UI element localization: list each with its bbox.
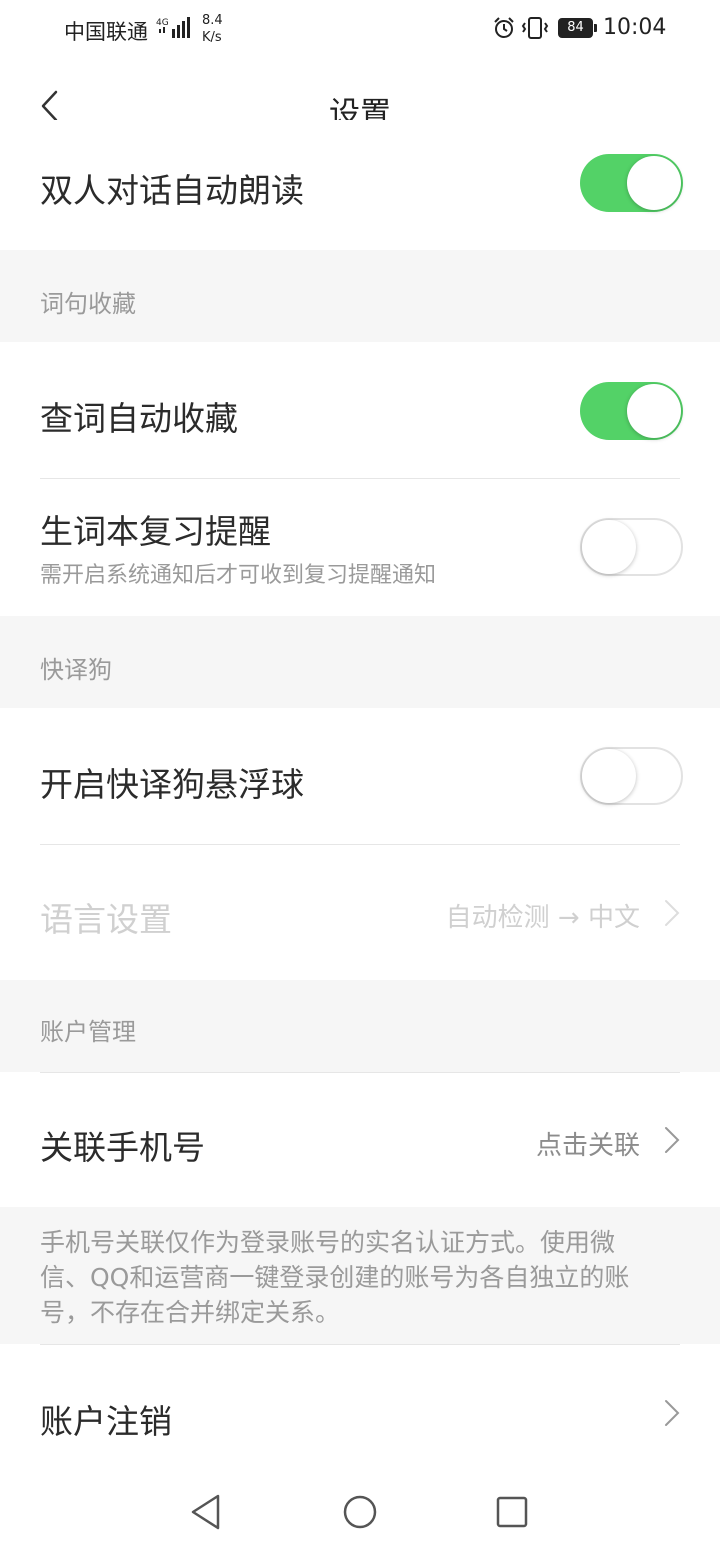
review-reminder-toggle[interactable] (580, 518, 683, 576)
phone-binding-note-text: 手机号关联仅作为登录账号的实名认证方式。使用微信、QQ和运营商一键登录创建的账号… (40, 1228, 630, 1327)
network-speed-unit: K/s (202, 30, 222, 45)
status-bar: 中国联通 4G 8.4 K/s 84 10:04 (0, 0, 720, 58)
network-speed-value: 8.4 (202, 13, 223, 28)
section-translator-title: 快译狗 (40, 656, 112, 684)
language-setting-label: 语言设置 (40, 900, 172, 939)
section-account: 账户管理 (0, 980, 720, 1072)
chevron-right-icon (665, 1400, 680, 1426)
back-triangle-icon[interactable] (188, 1492, 224, 1532)
recents-square-icon[interactable] (494, 1492, 530, 1532)
lookup-autosave-label: 查词自动收藏 (40, 399, 238, 438)
row-dialog-autoread: 双人对话自动朗读 (0, 120, 720, 250)
settings-screen: 中国联通 4G 8.4 K/s 84 10:04 设置 双人对话自动朗读 词句收… (0, 0, 720, 1560)
row-review-reminder: 生词本复习提醒 需开启系统通知后才可收到复习提醒通知 (0, 479, 720, 616)
network-type-label: 4G (156, 18, 169, 28)
row-float-ball: 开启快译狗悬浮球 (0, 708, 720, 844)
chevron-right-icon (665, 900, 680, 926)
review-reminder-note: 需开启系统通知后才可收到复习提醒通知 (40, 563, 437, 588)
section-favorites: 词句收藏 (0, 250, 720, 342)
chevron-right-icon (665, 1127, 680, 1153)
vibrate-icon (521, 17, 549, 39)
dialog-autoread-toggle[interactable] (580, 154, 683, 212)
bind-phone-value: 点击关联 (535, 1131, 640, 1161)
language-setting-value: 自动检测 → 中文 (445, 903, 640, 933)
row-bind-phone[interactable]: 关联手机号 点击关联 (0, 1073, 720, 1207)
system-nav-bar (0, 1474, 720, 1560)
carrier-label: 中国联通 (64, 20, 148, 44)
float-ball-toggle[interactable] (580, 747, 683, 805)
alarm-icon (494, 17, 514, 38)
section-translator: 快译狗 (0, 616, 720, 708)
battery-icon: 84 (558, 18, 598, 38)
row-language-setting: 语言设置 自动检测 → 中文 (0, 845, 720, 980)
float-ball-label: 开启快译狗悬浮球 (40, 765, 304, 804)
bind-phone-label: 关联手机号 (40, 1128, 205, 1167)
row-cancel-account[interactable]: 账户注销 (0, 1345, 720, 1480)
lookup-autosave-toggle[interactable] (580, 382, 683, 440)
home-circle-icon[interactable] (341, 1492, 379, 1532)
signal-icon: 4G (156, 17, 190, 38)
network-speed: 8.4 K/s (202, 12, 223, 46)
review-reminder-label: 生词本复习提醒 (40, 512, 271, 551)
clock: 10:04 (603, 15, 667, 40)
cancel-account-label: 账户注销 (40, 1402, 172, 1441)
battery-level: 84 (558, 18, 593, 38)
phone-binding-note: 手机号关联仅作为登录账号的实名认证方式。使用微信、QQ和运营商一键登录创建的账号… (0, 1207, 720, 1344)
section-favorites-title: 词句收藏 (40, 290, 136, 318)
section-account-title: 账户管理 (40, 1018, 136, 1046)
row-lookup-autosave: 查词自动收藏 (0, 342, 720, 479)
dialog-autoread-label: 双人对话自动朗读 (40, 171, 304, 210)
